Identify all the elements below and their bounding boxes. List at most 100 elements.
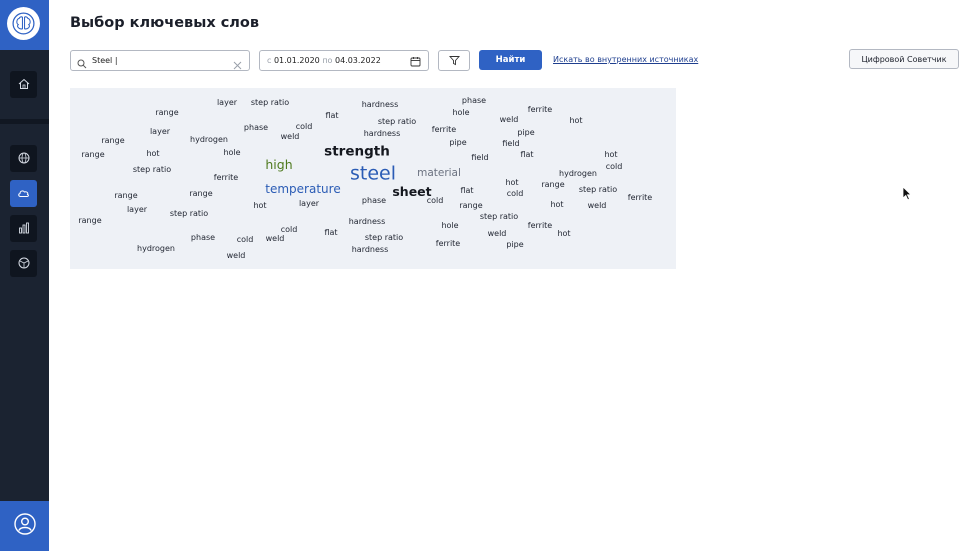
keyword-ferrite[interactable]: ferrite [628, 194, 652, 202]
page-title: Выбор ключевых слов [70, 15, 260, 31]
logo-block [0, 0, 49, 50]
word-cloud-panel: layer step ratio hardness phase range flat hol… [70, 88, 676, 269]
search-field[interactable] [70, 50, 250, 71]
keyword-step-ratio[interactable]: step ratio [251, 99, 289, 107]
calendar-icon[interactable] [410, 55, 421, 74]
keyword-ferrite[interactable]: ferrite [432, 126, 456, 134]
keyword-hole[interactable]: hole [223, 149, 240, 157]
keyword-range[interactable]: range [81, 151, 104, 159]
brain-logo-icon[interactable] [7, 7, 40, 40]
keyword-step-ratio[interactable]: step ratio [170, 210, 208, 218]
keyword-range[interactable]: range [114, 192, 137, 200]
keyword-weld[interactable]: weld [588, 202, 607, 210]
keyword-hardness[interactable]: hardness [364, 130, 401, 138]
keyword-step-ratio[interactable]: step ratio [133, 166, 171, 174]
sidebar-item-globe[interactable] [10, 145, 37, 172]
keyword-step-ratio[interactable]: step ratio [378, 118, 416, 126]
keyword-pipe[interactable]: pipe [506, 241, 523, 249]
clear-search-icon[interactable] [233, 55, 242, 74]
keyword-hot[interactable]: hot [604, 151, 617, 159]
keyword-flat[interactable]: flat [324, 229, 337, 237]
find-button[interactable]: Найти [479, 50, 542, 70]
keyword-hole[interactable]: hole [452, 109, 469, 117]
keyword-hole[interactable]: hole [441, 222, 458, 230]
keyword-weld[interactable]: weld [281, 133, 300, 141]
keyword-hydrogen[interactable]: hydrogen [137, 245, 175, 253]
keyword-high[interactable]: high [265, 158, 292, 172]
keyword-hot[interactable]: hot [569, 117, 582, 125]
keyword-hydrogen[interactable]: hydrogen [190, 136, 228, 144]
sidebar-item-home[interactable] [10, 71, 37, 98]
keyword-hot[interactable]: hot [557, 230, 570, 238]
keyword-cold[interactable]: cold [507, 190, 524, 198]
keyword-range[interactable]: range [78, 217, 101, 225]
keyword-steel[interactable]: steel [350, 164, 396, 184]
keyword-ferrite[interactable]: ferrite [436, 240, 460, 248]
keyword-ferrite[interactable]: ferrite [214, 174, 238, 182]
filter-icon [448, 51, 460, 70]
keyword-range[interactable]: range [101, 137, 124, 145]
keyword-cold[interactable]: cold [427, 197, 444, 205]
sidebar-item-cloud[interactable] [10, 180, 37, 207]
keyword-layer[interactable]: layer [127, 206, 147, 214]
keyword-range[interactable]: range [459, 202, 482, 210]
keyword-flat[interactable]: flat [520, 151, 533, 159]
keyword-cold[interactable]: cold [281, 226, 298, 234]
keyword-phase[interactable]: phase [462, 97, 486, 105]
keyword-pipe[interactable]: pipe [449, 139, 466, 147]
keyword-step-ratio[interactable]: step ratio [480, 213, 518, 221]
keyword-layer[interactable]: layer [299, 200, 319, 208]
keyword-hot[interactable]: hot [505, 179, 518, 187]
keyword-step-ratio[interactable]: step ratio [365, 234, 403, 242]
user-profile-button[interactable] [0, 501, 49, 551]
keyword-hardness[interactable]: hardness [349, 218, 386, 226]
keyword-weld[interactable]: weld [500, 116, 519, 124]
search-input[interactable] [92, 53, 222, 67]
keyword-cold[interactable]: cold [296, 123, 313, 131]
keyword-weld[interactable]: weld [488, 230, 507, 238]
keyword-layer[interactable]: layer [217, 99, 237, 107]
keyword-phase[interactable]: phase [362, 197, 386, 205]
keyword-ferrite[interactable]: ferrite [528, 222, 552, 230]
keyword-step-ratio[interactable]: step ratio [579, 186, 617, 194]
globe-icon [18, 149, 30, 168]
keyword-material[interactable]: material [417, 168, 461, 179]
keyword-cold[interactable]: cold [237, 236, 254, 244]
keyword-hot[interactable]: hot [550, 201, 563, 209]
date-to-prefix: по [322, 56, 333, 65]
keyword-hot[interactable]: hot [146, 150, 159, 158]
keyword-hot[interactable]: hot [253, 202, 266, 210]
keyword-field[interactable]: field [502, 140, 519, 148]
keyword-layer[interactable]: layer [150, 128, 170, 136]
date-from-prefix: с [267, 56, 272, 65]
filter-button[interactable] [438, 50, 470, 71]
keyword-cold[interactable]: cold [606, 163, 623, 171]
keyword-hydrogen[interactable]: hydrogen [559, 170, 597, 178]
date-range-field[interactable]: с 01.01.2020 по 04.03.2022 [259, 50, 429, 71]
keyword-range[interactable]: range [541, 181, 564, 189]
keyword-strength[interactable]: strength [324, 145, 390, 159]
search-internal-sources-link[interactable]: Искать во внутренних источниках [553, 55, 698, 64]
keyword-hardness[interactable]: hardness [352, 246, 389, 254]
keyword-ferrite[interactable]: ferrite [528, 106, 552, 114]
keyword-range[interactable]: range [155, 109, 178, 117]
keyword-weld[interactable]: weld [227, 252, 246, 260]
sidebar-item-chart[interactable] [10, 215, 37, 242]
date-from: 01.01.2020 [273, 56, 320, 65]
digital-advisor-button[interactable]: Цифровой Советчик [849, 49, 959, 69]
keyword-hardness[interactable]: hardness [362, 101, 399, 109]
home-icon [18, 75, 30, 94]
keyword-phase[interactable]: phase [191, 234, 215, 242]
sidebar-item-network[interactable] [10, 250, 37, 277]
keyword-flat[interactable]: flat [325, 112, 338, 120]
sidebar [0, 0, 49, 551]
keyword-field[interactable]: field [471, 154, 488, 162]
keyword-temperature[interactable]: temperature [265, 183, 340, 195]
network-icon [18, 254, 30, 273]
keyword-range[interactable]: range [189, 190, 212, 198]
keyword-pipe[interactable]: pipe [517, 129, 534, 137]
search-icon [77, 54, 87, 73]
keyword-flat[interactable]: flat [460, 187, 473, 195]
keyword-weld[interactable]: weld [266, 235, 285, 243]
keyword-phase[interactable]: phase [244, 124, 268, 132]
